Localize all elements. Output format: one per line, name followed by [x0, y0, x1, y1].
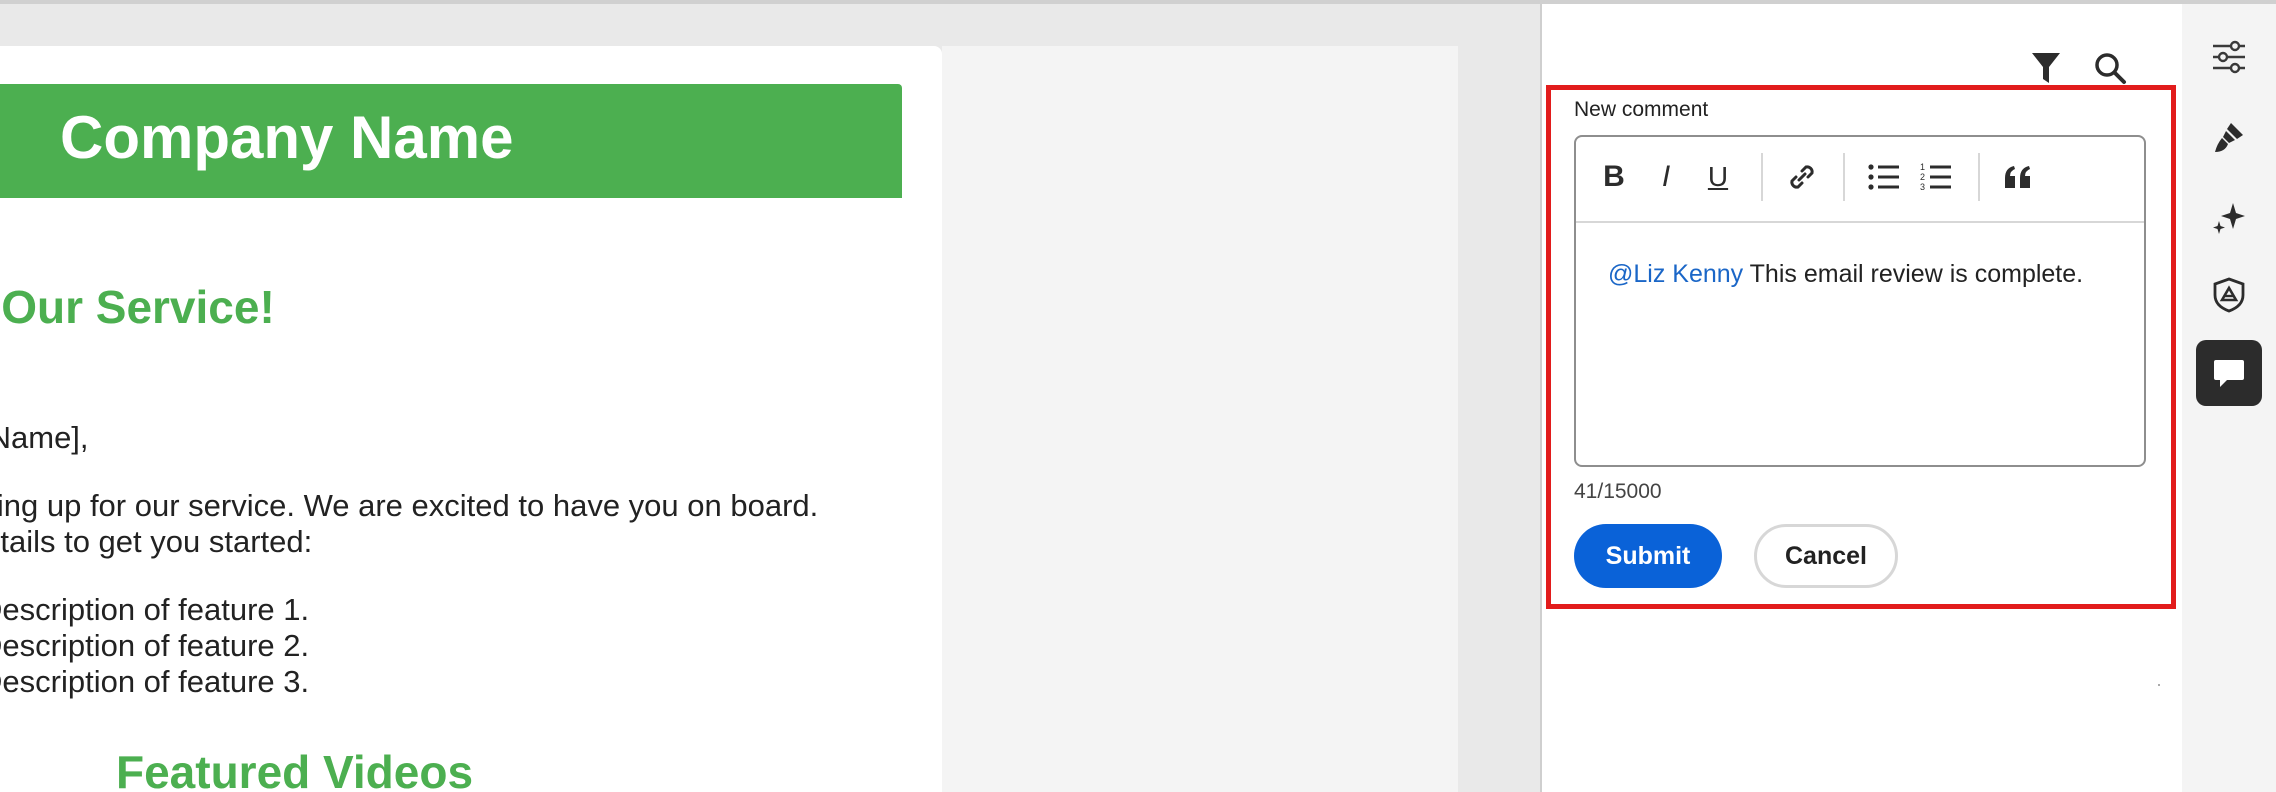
email-header-banner: Company Name [0, 84, 902, 198]
filter-icon[interactable] [2028, 50, 2064, 86]
mention-link[interactable]: @Liz Kenny [1608, 260, 1743, 288]
accessibility-badge-icon[interactable] [2196, 262, 2262, 328]
submit-button[interactable]: Submit [1574, 524, 1722, 588]
comment-editor[interactable]: B I U 123 @Liz Kenny This email review i… [1574, 135, 2146, 467]
comment-icon[interactable] [2196, 340, 2262, 406]
italic-icon[interactable]: I [1644, 155, 1688, 199]
svg-text:1: 1 [1920, 162, 1925, 172]
comment-body: This email review is complete. [1743, 260, 2084, 288]
sparkle-icon[interactable] [2196, 184, 2262, 250]
search-icon[interactable] [2092, 50, 2128, 86]
comment-text[interactable]: @Liz Kenny This email review is complete… [1608, 253, 2118, 295]
email-body-line: signing up for our service. We are excit… [0, 488, 819, 523]
email-canvas: Company Name to Our Service! [Name], sig… [0, 4, 1540, 792]
brush-icon[interactable] [2196, 104, 2262, 170]
toolbar-divider [1843, 153, 1845, 201]
quote-icon[interactable] [1996, 155, 2040, 199]
new-comment-label: New comment [1574, 98, 1709, 121]
email-preview: Company Name to Our Service! [Name], sig… [0, 46, 942, 792]
email-feature-item: Description of feature 3. [0, 664, 310, 699]
formatting-toolbar: B I U 123 [1576, 137, 2144, 223]
bullet-list-icon[interactable] [1862, 155, 1906, 199]
email-header-title: Company Name [60, 104, 514, 171]
underline-icon[interactable]: U [1696, 155, 1740, 199]
cancel-button[interactable]: Cancel [1754, 524, 1898, 588]
email-body-line: e details to get you started: [0, 524, 313, 559]
email-body: signing up for our service. We are excit… [0, 488, 818, 560]
toolbar-divider [1761, 153, 1763, 201]
panel-scroll-mark [2158, 684, 2160, 686]
email-feature-item: Description of feature 1. [0, 592, 310, 627]
panel-tools [2028, 50, 2128, 86]
svg-text:3: 3 [1920, 182, 1925, 192]
toolbar-divider [1978, 153, 1980, 201]
adjustments-icon[interactable] [2196, 24, 2262, 90]
numbered-list-icon[interactable]: 123 [1914, 155, 1958, 199]
email-feature-item: Description of feature 2. [0, 628, 310, 663]
email-videos-heading: Featured Videos [116, 746, 474, 792]
email-greeting: [Name], [0, 420, 89, 455]
link-icon[interactable] [1780, 155, 1824, 199]
svg-text:2: 2 [1920, 172, 1925, 182]
email-title: to Our Service! [0, 281, 275, 333]
bold-icon[interactable]: B [1592, 155, 1636, 199]
right-rail [2182, 4, 2276, 792]
canvas-background [942, 46, 1458, 792]
character-counter: 41/15000 [1574, 480, 1662, 503]
